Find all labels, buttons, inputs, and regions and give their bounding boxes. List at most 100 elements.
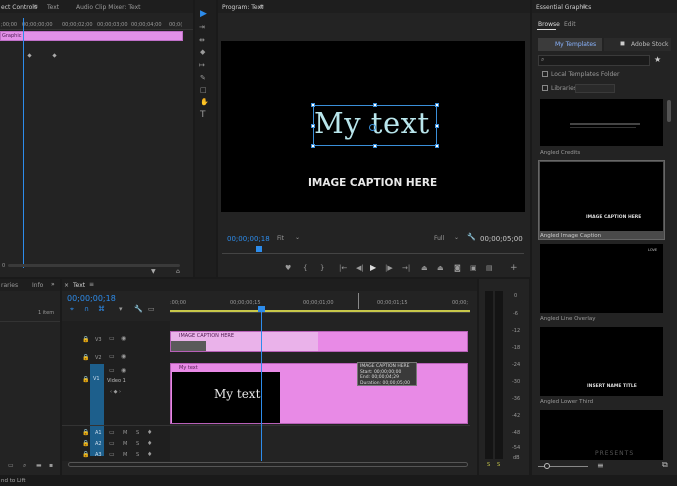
program-video-frame[interactable]: My text IMAGE CAPTION HERE — [221, 41, 525, 212]
play-icon[interactable]: ▶ — [370, 263, 376, 272]
bbox-handle[interactable] — [311, 124, 315, 128]
effects-playhead[interactable] — [23, 18, 24, 268]
search-input[interactable] — [538, 55, 650, 66]
lock-icon[interactable]: 🔒 — [82, 440, 89, 447]
track-a2-label[interactable]: A2 — [95, 441, 102, 447]
template-card[interactable]: IMAGE CAPTION HERE — [540, 162, 663, 231]
zoom-scrollbar[interactable] — [8, 264, 180, 267]
tab-effect-controls[interactable]: ect Controls — [1, 4, 37, 11]
linked-selection-icon[interactable]: ∩ — [84, 305, 89, 313]
comparison-view-icon[interactable]: ▣ — [470, 264, 477, 272]
track-v2-label[interactable]: V2 — [95, 355, 102, 361]
add-button-icon[interactable]: + — [510, 263, 518, 273]
track-v3-label[interactable]: V3 — [95, 337, 102, 343]
type-tool-icon[interactable]: T — [200, 110, 206, 120]
program-playhead[interactable] — [256, 246, 262, 252]
add-marker-icon[interactable]: ⌘ — [98, 305, 105, 313]
templates-scrollbar[interactable] — [667, 100, 671, 122]
template-card[interactable]: PRESENTS — [540, 410, 663, 460]
meter-solo-left[interactable]: S — [487, 462, 490, 468]
program-title[interactable]: Program: Text — [222, 4, 263, 11]
program-mini-timeline[interactable] — [222, 247, 524, 254]
new-item-icon[interactable]: ▪ — [49, 462, 53, 469]
panel-menu-icon[interactable]: ≡ — [259, 3, 264, 10]
template-card[interactable]: INSERT NAME TITLE — [540, 327, 663, 396]
bbox-handle[interactable] — [311, 144, 315, 148]
mute-button[interactable]: M — [123, 441, 127, 447]
marker-icon[interactable]: ▾ — [119, 305, 123, 313]
graphic-clip-bar[interactable] — [0, 31, 183, 41]
my-templates-button[interactable]: My Templates — [538, 38, 602, 51]
sync-lock-icon[interactable]: ▭ — [109, 353, 115, 360]
eye-icon[interactable]: ◉ — [121, 335, 126, 342]
track-v1-label[interactable]: V1 — [93, 376, 100, 382]
bbox-handle[interactable] — [435, 144, 439, 148]
pen-tool-icon[interactable]: ✎ — [200, 74, 206, 82]
program-caption-text[interactable]: IMAGE CAPTION HERE — [308, 177, 437, 189]
lift-icon[interactable]: ⏏ — [421, 264, 428, 272]
step-forward-icon[interactable]: |▶ — [385, 264, 393, 272]
tab-info[interactable]: Info — [32, 282, 43, 289]
keyframe-dot[interactable] — [52, 53, 57, 58]
search-icon[interactable]: ⌕ — [23, 462, 26, 470]
effects-menu-icon[interactable]: ⌂ — [176, 268, 180, 275]
sync-lock-icon[interactable]: ▭ — [109, 451, 115, 458]
microphone-icon[interactable]: ♦ — [147, 429, 152, 436]
filter-icon[interactable]: ▼ — [151, 268, 156, 275]
slider-thumb[interactable] — [544, 463, 550, 469]
mark-out-icon[interactable]: } — [320, 264, 324, 272]
meter-solo-right[interactable]: S — [497, 462, 500, 468]
folder-icon[interactable]: ▬ — [36, 462, 42, 469]
bbox-handle[interactable] — [311, 103, 315, 107]
anchor-point-icon[interactable] — [369, 124, 376, 131]
marker-icon[interactable]: ♥ — [285, 264, 291, 272]
step-back-icon[interactable]: ◀| — [356, 264, 364, 272]
sync-lock-icon[interactable]: ▭ — [109, 335, 115, 342]
tab-libraries[interactable]: raries — [1, 282, 18, 289]
adobe-stock-button[interactable]: ◼ Adobe Stock — [604, 38, 671, 51]
captions-icon[interactable]: ▭ — [148, 305, 155, 313]
razor-tool-icon[interactable]: ◆ — [200, 48, 205, 56]
bbox-handle[interactable] — [435, 124, 439, 128]
libraries-checkbox[interactable] — [542, 85, 548, 91]
panel-menu-icon[interactable]: ≡ — [89, 281, 94, 288]
new-bin-icon[interactable]: ▭ — [8, 462, 14, 469]
template-card[interactable]: LOVE — [540, 244, 663, 313]
ripple-edit-tool-icon[interactable]: ⇹ — [199, 36, 205, 44]
program-overlay-text[interactable]: My text — [314, 106, 430, 140]
fit-dropdown[interactable]: Fit — [277, 235, 284, 242]
quality-dropdown[interactable]: Full — [434, 235, 444, 242]
wrench-icon[interactable]: 🔧 — [467, 233, 476, 241]
list-view-icon[interactable]: ≡ — [597, 461, 604, 470]
solo-button[interactable]: S — [136, 430, 139, 436]
tab-edit[interactable]: Edit — [564, 21, 576, 28]
lock-icon[interactable]: 🔒 — [82, 354, 89, 361]
mark-in-icon[interactable]: { — [303, 264, 307, 272]
hand-tool-icon[interactable]: ✋ — [200, 98, 209, 106]
panel-menu-icon[interactable]: ≡ — [582, 3, 587, 10]
lock-icon[interactable]: 🔒 — [82, 376, 89, 383]
sync-lock-icon[interactable]: ▭ — [109, 429, 115, 436]
microphone-icon[interactable]: ♦ — [147, 451, 152, 458]
timeline-timecode[interactable]: 00;00;00;18 — [67, 294, 116, 303]
keyframe-nav-icon[interactable]: ‹ ◆ › — [110, 389, 121, 395]
more-tabs-icon[interactable]: » — [51, 281, 55, 288]
local-templates-checkbox[interactable] — [542, 71, 548, 77]
panel-menu-icon[interactable]: ≡ — [33, 3, 38, 10]
star-icon[interactable]: ★ — [654, 55, 661, 64]
tab-text[interactable]: Text — [47, 4, 59, 11]
program-timecode[interactable]: 00;00;00;18 — [227, 235, 270, 243]
track-select-tool-icon[interactable]: ⇥ — [199, 23, 205, 31]
sync-lock-icon[interactable]: ▭ — [109, 367, 115, 374]
slip-tool-icon[interactable]: ↦ — [199, 61, 205, 69]
chevron-down-icon[interactable]: ⌄ — [295, 234, 300, 241]
mute-button[interactable]: M — [123, 430, 127, 436]
lock-icon[interactable]: 🔒 — [82, 429, 89, 436]
bbox-handle[interactable] — [373, 103, 377, 107]
new-layer-icon[interactable]: ⧉ — [662, 460, 668, 470]
tab-browse[interactable]: Browse — [538, 21, 560, 28]
sync-lock-icon[interactable]: ▭ — [109, 440, 115, 447]
snap-icon[interactable]: ⌖ — [70, 305, 74, 314]
bbox-handle[interactable] — [373, 144, 377, 148]
keyframe-dot[interactable] — [27, 53, 32, 58]
